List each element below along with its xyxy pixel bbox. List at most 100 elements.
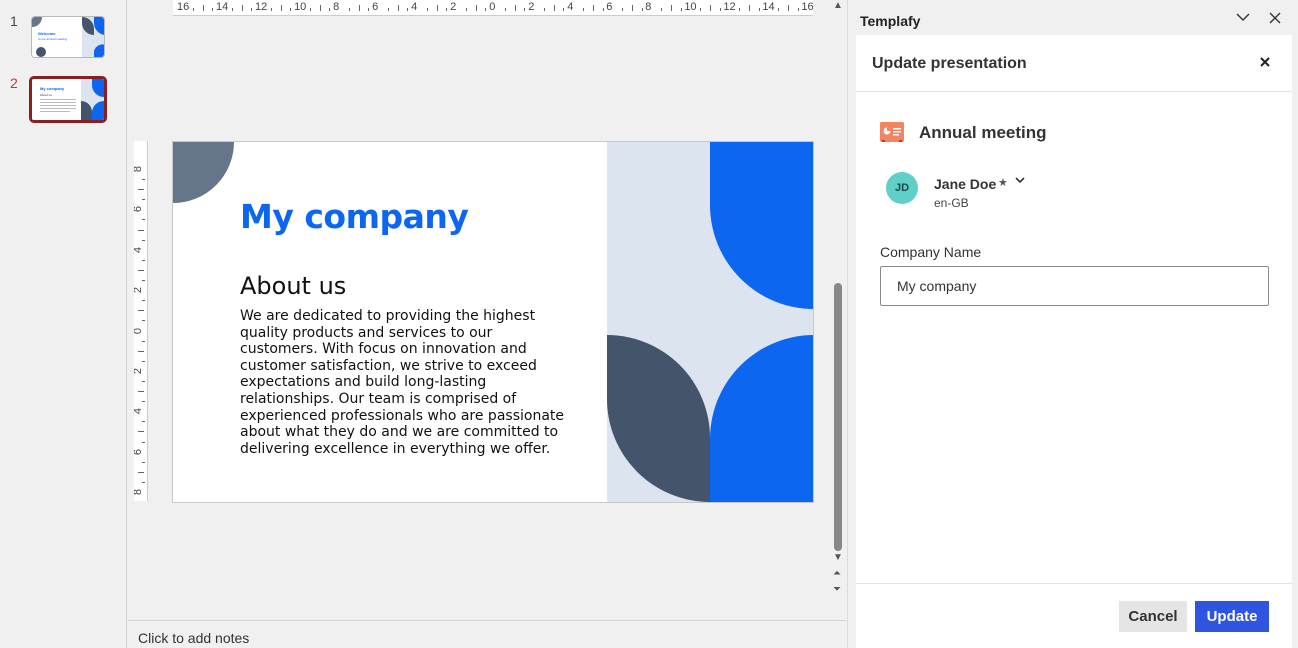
- ruler-minor-tick: [142, 340, 145, 342]
- ruler-minor-tick: [700, 8, 702, 11]
- ruler-minor-tick: [138, 431, 144, 433]
- ruler-minor-tick: [138, 310, 144, 312]
- ruler-tick-label: 4: [567, 1, 574, 13]
- vertical-ruler: 8 6 4 2 0 2 4 6 8: [134, 141, 148, 501]
- panel-header: Update presentation: [856, 35, 1292, 92]
- panel-title: Update presentation: [872, 55, 1027, 72]
- ruler-minor-tick: [241, 5, 243, 11]
- ruler-minor-tick: [543, 8, 545, 11]
- ruler-minor-tick: [446, 8, 448, 11]
- ruler-minor-tick: [290, 8, 292, 11]
- ruler-tick-label: 8: [134, 489, 144, 495]
- ruler-minor-tick: [142, 461, 145, 463]
- scroll-up-arrow-icon[interactable]: ▲: [833, 0, 843, 11]
- ruler-tick-label: 6: [606, 1, 613, 13]
- ruler-minor-tick: [142, 360, 145, 362]
- slide-thumbnail-2[interactable]: My company About us: [29, 76, 107, 123]
- ruler-minor-tick: [436, 5, 438, 11]
- vertical-scrollbar[interactable]: ▲ ▼ ⏶ ⏷: [830, 0, 846, 620]
- company-name-label: Company Name: [880, 244, 982, 260]
- ruler-tick-label: 6: [134, 206, 144, 212]
- ruler-minor-tick: [602, 8, 604, 11]
- ruler-tick-label: 12: [723, 1, 736, 13]
- slide-decoration-shapes: [607, 142, 813, 502]
- ruler-minor-tick: [465, 8, 467, 11]
- scrollbar-thumb[interactable]: [834, 283, 842, 551]
- ruler-minor-tick: [142, 421, 145, 423]
- document-name: Annual meeting: [919, 123, 1047, 142]
- slide-canvas[interactable]: My company About us We are dedicated to …: [172, 141, 814, 503]
- notes-pane[interactable]: Click to add notes: [128, 620, 846, 648]
- ruler-tick-label: 2: [528, 1, 535, 13]
- slide-thumbnail-1[interactable]: Welcome to our annual meeting: [31, 16, 105, 58]
- ruler-tick-label: 2: [450, 1, 457, 13]
- ruler-minor-tick: [138, 391, 144, 393]
- ruler-tick-label: 16: [801, 1, 813, 13]
- ruler-minor-tick: [138, 471, 144, 473]
- ruler-tick-label: 6: [372, 1, 379, 13]
- ruler-tick-label: 12: [255, 1, 268, 13]
- ruler-tick-label: 14: [216, 1, 229, 13]
- company-name-input[interactable]: [880, 266, 1269, 306]
- pane-title: Templafy: [860, 13, 921, 29]
- ruler-minor-tick: [142, 401, 145, 403]
- ruler-minor-tick: [622, 8, 624, 11]
- profile-chevron-down-icon[interactable]: [1014, 174, 1026, 189]
- thumbnail-number-2: 2: [10, 75, 18, 91]
- ruler-tick-label: 8: [333, 1, 340, 13]
- ruler-minor-tick: [641, 8, 643, 11]
- slide-body-text[interactable]: We are dedicated to providing the highes…: [240, 308, 570, 457]
- ruler-minor-tick: [212, 8, 214, 11]
- ruler-minor-tick: [270, 8, 272, 11]
- scroll-down-arrow-icon[interactable]: ▼: [833, 552, 843, 563]
- ruler-minor-tick: [787, 5, 789, 11]
- notes-placeholder[interactable]: Click to add notes: [138, 630, 249, 646]
- ruler-minor-tick: [142, 280, 145, 282]
- ruler-minor-tick: [138, 269, 144, 271]
- avatar: JD: [886, 172, 918, 204]
- ruler-minor-tick: [524, 8, 526, 11]
- templafy-pane: Templafy Update presentation Annual meet…: [847, 0, 1298, 648]
- chevron-down-icon[interactable]: [1234, 10, 1252, 28]
- ruler-minor-tick: [426, 8, 428, 11]
- update-button[interactable]: Update: [1195, 601, 1269, 632]
- ruler-minor-tick: [514, 5, 516, 11]
- ruler-tick-label: 2: [134, 368, 144, 374]
- ruler-minor-tick: [709, 5, 711, 11]
- ruler-minor-tick: [142, 219, 145, 221]
- ruler-minor-tick: [387, 8, 389, 11]
- ruler-minor-tick: [280, 5, 282, 11]
- ruler-tick-label: 16: [177, 1, 190, 13]
- ruler-minor-tick: [202, 5, 204, 11]
- ruler-tick-label: 8: [134, 166, 144, 172]
- ruler-minor-tick: [631, 5, 633, 11]
- ruler-minor-tick: [142, 300, 145, 302]
- ruler-minor-tick: [251, 8, 253, 11]
- next-slide-icon[interactable]: ⏷: [833, 584, 841, 595]
- slide-title[interactable]: My company: [240, 197, 469, 236]
- ruler-minor-tick: [680, 8, 682, 11]
- ruler-minor-tick: [661, 8, 663, 11]
- ruler-minor-tick: [138, 189, 144, 191]
- ruler-tick-label: 0: [134, 327, 144, 333]
- slide-corner-shape: [173, 142, 234, 203]
- profile-locale: en-GB: [934, 196, 969, 210]
- star-icon: ★: [998, 177, 1008, 189]
- ruler-minor-tick: [309, 8, 311, 11]
- slide-heading[interactable]: About us: [240, 272, 346, 300]
- cancel-button[interactable]: Cancel: [1119, 601, 1187, 632]
- ruler-minor-tick: [504, 8, 506, 11]
- ruler-minor-tick: [329, 8, 331, 11]
- pane-header: Templafy: [848, 0, 1298, 35]
- panel-close-icon[interactable]: [1256, 54, 1274, 72]
- slide-thumbnails-pane: 1 Welcome to our annual meeting 2 My com…: [0, 0, 127, 648]
- profile-selector[interactable]: JD Jane Doe ★ en-GB: [886, 172, 1206, 212]
- ruler-tick-label: 8: [645, 1, 652, 13]
- ruler-minor-tick: [748, 5, 750, 11]
- previous-slide-icon[interactable]: ⏶: [833, 568, 841, 579]
- close-icon[interactable]: [1266, 10, 1284, 28]
- panel-footer: Cancel Update: [856, 583, 1292, 648]
- ruler-minor-tick: [739, 8, 741, 11]
- thumbnail-2-subtitle: About us: [40, 93, 52, 97]
- ruler-minor-tick: [670, 5, 672, 11]
